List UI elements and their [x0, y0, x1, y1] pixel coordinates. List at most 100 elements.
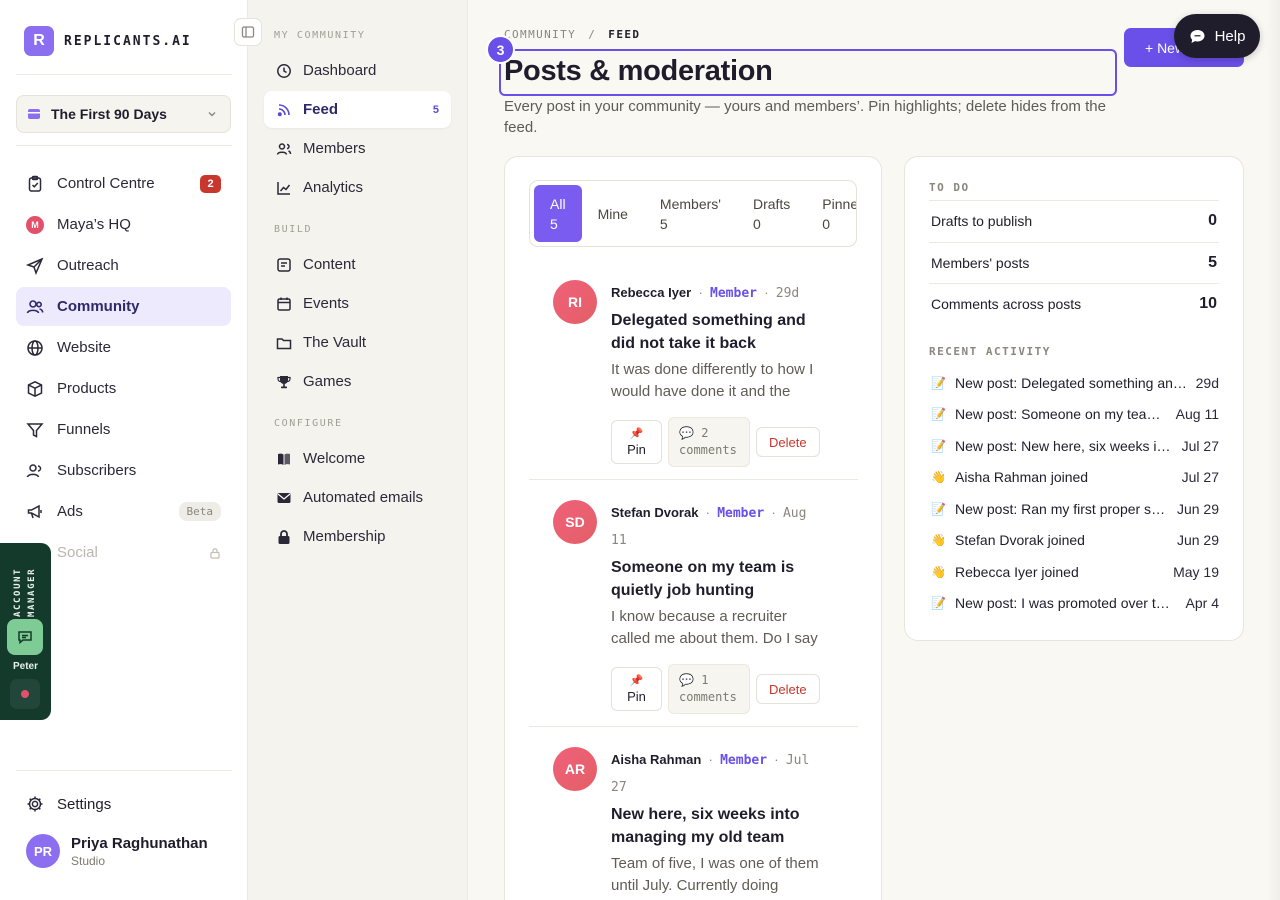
- subnav-item-the-vault[interactable]: The Vault: [264, 324, 451, 361]
- todo-row[interactable]: Drafts to publish 0: [929, 200, 1219, 242]
- workspace-selector[interactable]: The First 90 Days: [16, 95, 231, 133]
- activity-text: New post: Delegated something and did no…: [955, 374, 1188, 391]
- subnav-item-dashboard[interactable]: Dashboard: [264, 52, 451, 89]
- activity-date: Jul 27: [1181, 437, 1219, 454]
- subnav-item-membership[interactable]: Membership: [264, 518, 451, 555]
- subnav-list: Welcome Automated emails Membership: [264, 440, 451, 557]
- tab-pinned[interactable]: Pinned 0: [806, 185, 856, 242]
- subnav-item-analytics[interactable]: Analytics: [264, 169, 451, 206]
- activity-row[interactable]: 👋 Aisha Rahman joined Jul 27: [931, 462, 1219, 494]
- mail-icon: [277, 492, 291, 503]
- tab-members[interactable]: Members' 5: [644, 185, 737, 242]
- delete-button[interactable]: Delete: [756, 674, 820, 704]
- todo-label: Drafts to publish: [931, 213, 1033, 230]
- tab-drafts[interactable]: Drafts 0: [737, 185, 806, 242]
- tab-mine[interactable]: Mine: [582, 185, 644, 242]
- subnav-item-content[interactable]: Content: [264, 246, 451, 283]
- post-title[interactable]: Someone on my team is quietly job huntin…: [611, 556, 826, 602]
- chat-bubble-icon: [1190, 29, 1205, 43]
- primary-nav: Control Centre 2 M Maya’s HQ Outreach Co…: [16, 164, 231, 574]
- user-role: Studio: [71, 853, 106, 868]
- delete-button[interactable]: Delete: [756, 427, 820, 457]
- avatar: PR: [26, 834, 60, 868]
- activity-row[interactable]: 📝 New post: Delegated something and did n…: [931, 367, 1219, 399]
- avatar: SD: [553, 500, 597, 544]
- subnav-item-automated-emails[interactable]: Automated emails: [264, 479, 451, 516]
- nav-item-website[interactable]: Website: [16, 328, 231, 367]
- post-title[interactable]: Delegated something and did not take it …: [611, 309, 826, 355]
- post-meta: Rebecca Iyer · Member · 29d: [611, 285, 800, 301]
- divider: [529, 479, 858, 480]
- pin-button[interactable]: 📌 Pin: [611, 667, 662, 711]
- activity-icon: 📝: [931, 501, 946, 516]
- comments-button[interactable]: 💬 1 comments: [668, 664, 750, 714]
- post-title[interactable]: New here, six weeks into managing my old…: [611, 803, 826, 849]
- pin-button[interactable]: 📌 Pin: [611, 420, 662, 464]
- avatar: AR: [553, 747, 597, 791]
- user-profile[interactable]: PR Priya Raghunathan Studio: [26, 834, 208, 868]
- subnav-label: The Vault: [303, 334, 367, 351]
- comments-button[interactable]: 💬 2 comments: [668, 417, 750, 467]
- post-role: Member: [720, 753, 768, 768]
- post-author[interactable]: Aisha Rahman: [611, 752, 701, 767]
- post-meta: Stefan Dvorak · Member · Aug 11: [611, 505, 807, 548]
- activity-row[interactable]: 📝 New post: New here, six weeks into mana…: [931, 430, 1219, 462]
- activity-row[interactable]: 👋 Rebecca Iyer joined May 19: [931, 556, 1219, 588]
- todo-row[interactable]: Comments across posts 10: [929, 283, 1219, 325]
- tab-count: 0: [752, 215, 761, 232]
- pin-label: Pin: [627, 689, 646, 704]
- community-subnav: MY COMMUNITY Dashboard Feed 5 Members An…: [248, 0, 468, 900]
- todo-row[interactable]: Members' posts 5: [929, 241, 1219, 284]
- todo-heading: TO DO: [929, 181, 970, 194]
- brand[interactable]: R REPLICANTS.AI: [24, 26, 192, 56]
- settings-link[interactable]: Settings: [16, 786, 231, 822]
- activity-row[interactable]: 👋 Stefan Dvorak joined Jun 29: [931, 525, 1219, 557]
- comment-icon: 💬: [679, 673, 694, 687]
- post-author[interactable]: Rebecca Iyer: [611, 285, 691, 300]
- post-actions: 📌 Pin 💬 2 comments Delete: [611, 417, 826, 467]
- tab-label: Members': [659, 195, 721, 212]
- collapse-sidebar-button[interactable]: [234, 18, 262, 46]
- gear-icon: [27, 796, 43, 812]
- nav-item-control-centre[interactable]: Control Centre 2: [16, 164, 231, 203]
- subnav-item-events[interactable]: Events: [264, 285, 451, 322]
- subnav-section-title: MY COMMUNITY: [274, 30, 366, 41]
- breadcrumb-parent[interactable]: COMMUNITY: [504, 28, 576, 41]
- status-dot: [21, 690, 29, 698]
- chat-button[interactable]: [7, 619, 43, 655]
- nav-item-funnels[interactable]: Funnels: [16, 410, 231, 449]
- activity-row[interactable]: 📝 New post: Ran my first proper skip-leve…: [931, 493, 1219, 525]
- tab-count: 0: [822, 215, 831, 232]
- members-icon: [276, 142, 292, 155]
- tab-all[interactable]: All 5: [534, 185, 582, 242]
- nav-item-products[interactable]: Products: [16, 369, 231, 408]
- tab-label: Pinned: [822, 195, 856, 212]
- beta-badge: Beta: [178, 502, 221, 521]
- subnav-section-title: BUILD: [274, 224, 313, 235]
- nav-item-ads[interactable]: Ads Beta: [16, 492, 231, 531]
- subnav-label: Members: [303, 140, 366, 157]
- nav-label: Ads: [57, 503, 83, 520]
- nav-item-community[interactable]: Community: [16, 287, 231, 326]
- nav-item-subscribers[interactable]: Subscribers: [16, 451, 231, 490]
- activity-row[interactable]: 📝 New post: Someone on my team is quietly…: [931, 399, 1219, 431]
- status-indicator[interactable]: [10, 679, 40, 709]
- account-manager-widget[interactable]: ACCOUNT MANAGER Peter: [0, 543, 51, 720]
- nav-item-mayas-hq[interactable]: M Maya’s HQ: [16, 205, 231, 244]
- subnav-item-members[interactable]: Members: [264, 130, 451, 167]
- subnav-item-welcome[interactable]: Welcome: [264, 440, 451, 477]
- help-button[interactable]: Help: [1174, 14, 1260, 58]
- help-label: Help: [1214, 27, 1246, 45]
- subnav-list: Dashboard Feed 5 Members Analytics: [264, 52, 451, 208]
- subnav-item-games[interactable]: Games: [264, 363, 451, 400]
- tab-label: Drafts: [752, 195, 791, 212]
- post-excerpt: Team of five, I was one of them until Ju…: [611, 855, 819, 894]
- post-role: Member: [717, 506, 765, 521]
- post-author[interactable]: Stefan Dvorak: [611, 505, 698, 520]
- activity-row[interactable]: 📝 New post: I was promoted over two peers…: [931, 588, 1219, 620]
- post-body: Aisha Rahman · Member · Jul 27 New here,…: [611, 747, 826, 897]
- subnav-item-feed[interactable]: Feed 5: [264, 91, 451, 128]
- todo-label: Comments across posts: [931, 296, 1082, 313]
- nav-item-outreach[interactable]: Outreach: [16, 246, 231, 285]
- nav-label: Products: [57, 380, 117, 397]
